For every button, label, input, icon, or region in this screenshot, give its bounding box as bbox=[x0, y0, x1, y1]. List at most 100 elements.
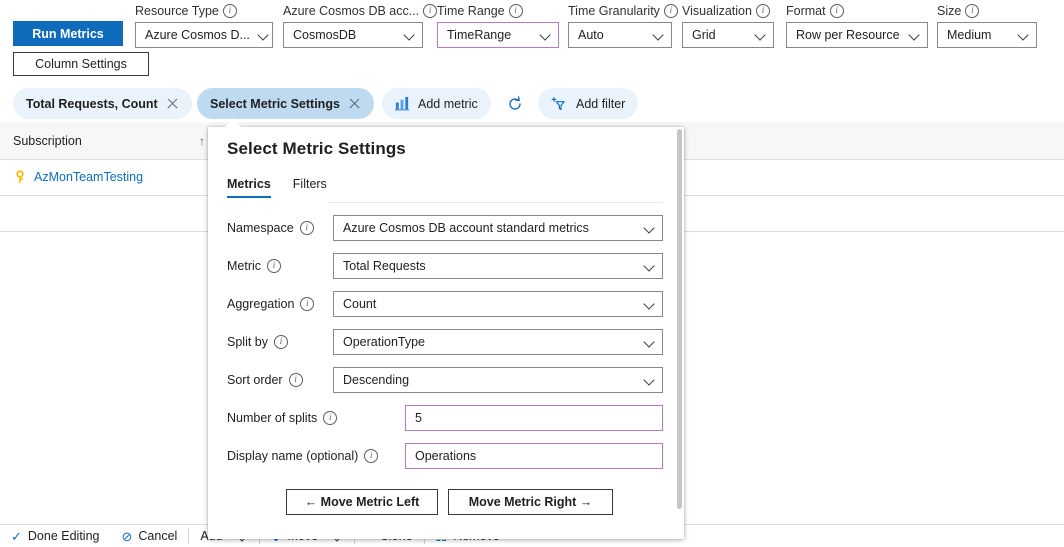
tab-divider bbox=[328, 202, 663, 203]
subscription-link[interactable]: AzMonTeamTesting bbox=[34, 170, 143, 184]
column-settings-button[interactable]: Column Settings bbox=[13, 52, 149, 76]
field-format: Format Row per Resource bbox=[786, 2, 928, 48]
field-label-text: Visualization bbox=[682, 3, 752, 18]
number-of-splits-field[interactable] bbox=[405, 405, 663, 431]
field-label-text: Format bbox=[786, 3, 826, 18]
add-filter-icon bbox=[551, 96, 565, 110]
row-number-of-splits: Number of splits bbox=[227, 405, 667, 431]
chevron-down-icon bbox=[644, 375, 655, 386]
info-icon[interactable] bbox=[300, 297, 315, 311]
chevron-down-icon bbox=[404, 30, 415, 41]
info-icon[interactable] bbox=[508, 3, 523, 18]
cosmos-account-dropdown[interactable]: CosmosDB bbox=[283, 22, 423, 48]
label-aggregation-text: Aggregation bbox=[227, 297, 295, 311]
field-resource-type: Resource Type Azure Cosmos D... bbox=[135, 2, 273, 48]
chip-select-metric-settings[interactable]: Select Metric Settings bbox=[197, 88, 374, 119]
sort-order-value: Descending bbox=[343, 373, 410, 387]
field-label: Visualization bbox=[682, 2, 774, 19]
label-split-by-text: Split by bbox=[227, 335, 268, 349]
chevron-down-icon bbox=[653, 30, 664, 41]
move-metric-right-button[interactable]: Move Metric Right → bbox=[448, 489, 613, 515]
bar-chart-icon bbox=[395, 96, 410, 111]
label-number-of-splits-text: Number of splits bbox=[227, 411, 318, 425]
time-granularity-dropdown[interactable]: Auto bbox=[568, 22, 672, 48]
metric-chip-bar: Total Requests, Count Select Metric Sett… bbox=[0, 88, 1064, 122]
chip-total-requests-count[interactable]: Total Requests, Count bbox=[13, 88, 192, 119]
chip-label: Total Requests, Count bbox=[26, 96, 158, 111]
cancel-button[interactable]: ⊘ Cancel bbox=[110, 525, 188, 547]
close-icon[interactable] bbox=[166, 97, 179, 110]
field-label-text: Time Range bbox=[437, 3, 505, 18]
close-icon[interactable] bbox=[348, 97, 361, 110]
time-range-dropdown[interactable]: TimeRange bbox=[437, 22, 559, 48]
info-icon[interactable] bbox=[829, 3, 844, 18]
info-icon[interactable] bbox=[663, 3, 678, 18]
dropdown-value: Medium bbox=[947, 28, 992, 42]
dropdown-value: Grid bbox=[692, 28, 716, 42]
sort-order-dropdown[interactable]: Descending bbox=[333, 367, 663, 393]
done-editing-button[interactable]: ✓ Done Editing bbox=[0, 525, 110, 547]
metric-value: Total Requests bbox=[343, 259, 426, 273]
key-icon bbox=[16, 170, 24, 183]
visualization-dropdown[interactable]: Grid bbox=[682, 22, 774, 48]
chip-label: Select Metric Settings bbox=[210, 96, 340, 111]
label-display-name-text: Display name (optional) bbox=[227, 449, 359, 463]
field-label: Time Range bbox=[437, 2, 559, 19]
field-cosmos-account: Azure Cosmos DB acc... CosmosDB bbox=[283, 2, 438, 48]
field-label: Time Granularity bbox=[568, 2, 678, 19]
dropdown-value: Row per Resource bbox=[796, 28, 900, 42]
chevron-down-icon bbox=[540, 30, 551, 41]
info-icon[interactable] bbox=[755, 3, 770, 18]
info-icon[interactable] bbox=[364, 449, 379, 463]
add-metric-label: Add metric bbox=[418, 96, 478, 111]
info-icon[interactable] bbox=[222, 3, 237, 18]
field-time-granularity: Time Granularity Auto bbox=[568, 2, 678, 48]
info-icon[interactable] bbox=[323, 411, 338, 425]
size-dropdown[interactable]: Medium bbox=[937, 22, 1037, 48]
tab-filters-label: Filters bbox=[292, 177, 327, 191]
split-by-value: OperationType bbox=[343, 335, 425, 349]
display-name-field[interactable] bbox=[405, 443, 663, 469]
move-metric-left-button[interactable]: ← Move Metric Left bbox=[286, 489, 438, 515]
number-of-splits-input[interactable] bbox=[415, 411, 655, 425]
label-namespace: Namespace bbox=[227, 221, 314, 235]
label-aggregation: Aggregation bbox=[227, 297, 315, 311]
info-icon[interactable] bbox=[299, 221, 314, 235]
refresh-button[interactable] bbox=[497, 88, 541, 119]
info-icon[interactable] bbox=[423, 3, 438, 18]
cancel-label: Cancel bbox=[138, 529, 178, 543]
panel-scrollbar-thumb[interactable] bbox=[677, 129, 682, 509]
info-icon[interactable] bbox=[965, 3, 980, 18]
field-label: Resource Type bbox=[135, 2, 273, 19]
split-by-dropdown[interactable]: OperationType bbox=[333, 329, 663, 355]
top-toolbar: Run Metrics Column Settings Resource Typ… bbox=[0, 0, 1064, 80]
run-metrics-button[interactable]: Run Metrics bbox=[13, 21, 123, 46]
field-size: Size Medium bbox=[937, 2, 1037, 48]
cancel-circle-icon: ⊘ bbox=[121, 528, 133, 544]
info-icon[interactable] bbox=[267, 259, 282, 273]
aggregation-value: Count bbox=[343, 297, 377, 311]
tab-metrics[interactable]: Metrics bbox=[227, 177, 271, 198]
field-label: Size bbox=[937, 2, 1037, 19]
resource-type-dropdown[interactable]: Azure Cosmos D... bbox=[135, 22, 273, 48]
aggregation-dropdown[interactable]: Count bbox=[333, 291, 663, 317]
display-name-input[interactable] bbox=[415, 449, 655, 463]
label-split-by: Split by bbox=[227, 335, 288, 349]
tab-filters[interactable]: Filters bbox=[293, 177, 327, 198]
chevron-down-icon bbox=[644, 223, 655, 234]
add-metric-button[interactable]: Add metric bbox=[382, 88, 491, 119]
namespace-dropdown[interactable]: Azure Cosmos DB account standard metrics bbox=[333, 215, 663, 241]
sort-ascending-icon[interactable]: ↑ bbox=[199, 134, 205, 148]
chevron-down-icon bbox=[755, 30, 766, 41]
column-header-subscription[interactable]: Subscription bbox=[13, 134, 82, 148]
panel-pointer-caret bbox=[222, 118, 244, 130]
info-icon[interactable] bbox=[288, 373, 303, 387]
info-icon[interactable] bbox=[274, 335, 288, 349]
metric-dropdown[interactable]: Total Requests bbox=[333, 253, 663, 279]
format-dropdown[interactable]: Row per Resource bbox=[786, 22, 928, 48]
panel-scrollbar[interactable] bbox=[675, 127, 684, 539]
label-metric-text: Metric bbox=[227, 259, 262, 273]
panel-title: Select Metric Settings bbox=[227, 139, 406, 158]
dropdown-value: Azure Cosmos D... bbox=[145, 28, 250, 42]
add-filter-button[interactable]: Add filter bbox=[538, 88, 639, 119]
